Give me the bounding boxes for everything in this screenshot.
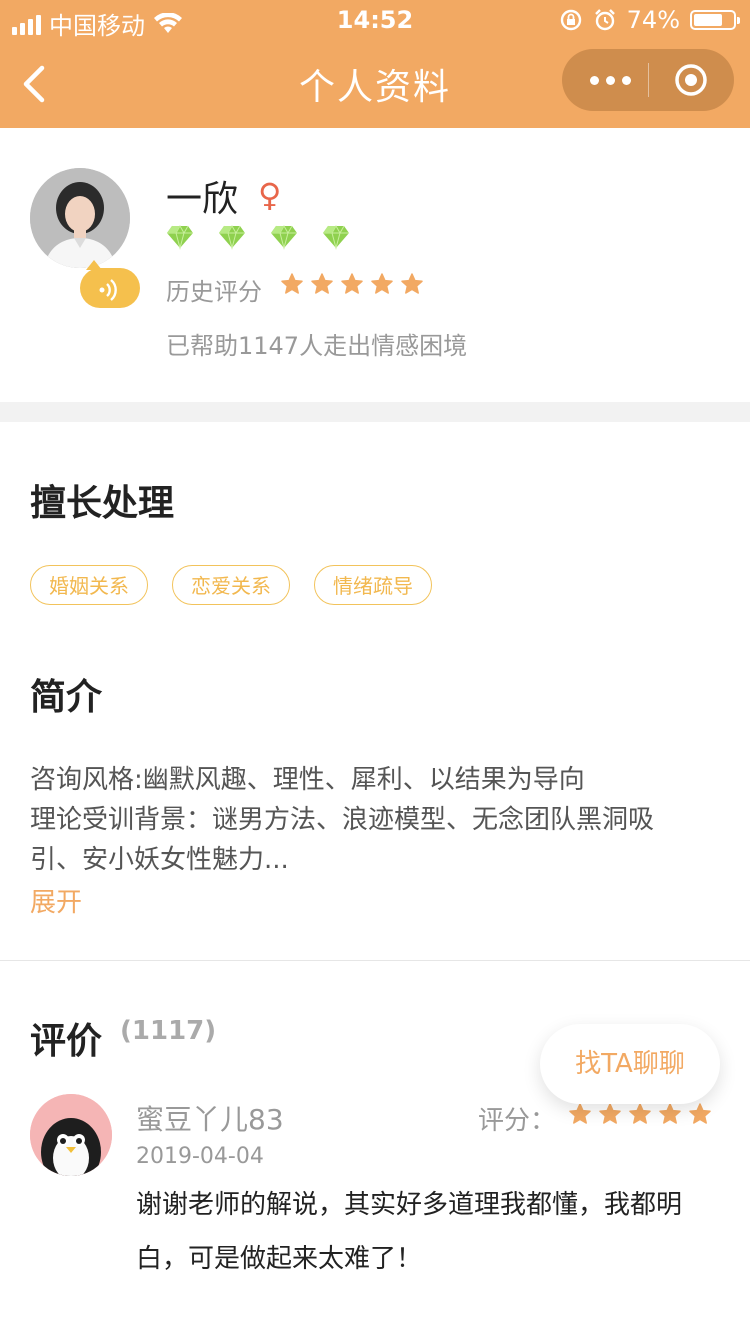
tag-romance[interactable]: 恋爱关系 [172, 565, 290, 605]
avatar-portrait-icon [30, 168, 130, 268]
intro-text: 咨询风格:幽默风趣、理性、犀利、以结果为导向 理论受训背景：谜男方法、浪迹模型、… [30, 760, 720, 880]
star-icon [569, 1103, 591, 1124]
diamond-icon [271, 224, 297, 250]
diamond-icon [219, 224, 245, 250]
intro-line: 理论受训背景：谜男方法、浪迹模型、无念团队黑洞吸 [30, 805, 655, 835]
review-date: 2019-04-04 [136, 1144, 264, 1169]
helped-count-text: 已帮助1147人走出情感困境 [166, 332, 468, 360]
rotation-lock-icon [560, 9, 581, 31]
star-icon [689, 1103, 711, 1124]
review-stars [568, 1102, 712, 1126]
expand-link[interactable]: 展开 [30, 882, 82, 919]
expertise-tags: 婚姻关系 恋爱关系 情绪疏导 [30, 565, 432, 605]
star-icon [281, 273, 303, 294]
review-text: 谢谢老师的解说，其实好多道理我都懂，我都明白，可是做起来太难了！ [136, 1190, 683, 1274]
capsule-divider [648, 63, 649, 97]
more-menu-icon[interactable] [590, 76, 631, 85]
status-right: 74% [559, 6, 740, 34]
level-diamonds [166, 224, 350, 250]
rating-stars [280, 272, 424, 296]
star-icon [341, 273, 363, 294]
counselor-avatar[interactable] [30, 168, 130, 268]
reviewer-name: 蜜豆丫儿83 [136, 1103, 284, 1136]
intro-line: 咨询风格:幽默风趣、理性、犀利、以结果为导向 [30, 765, 585, 795]
expertise-title: 擅长处理 [30, 483, 175, 524]
miniprogram-capsule [562, 49, 734, 111]
reviews-title: 评价 [30, 1021, 103, 1062]
close-miniprogram-icon[interactable] [674, 63, 708, 97]
review-score-label: 评分： [478, 1106, 557, 1136]
reviews-count: (1117) [120, 1016, 217, 1046]
star-icon [599, 1103, 621, 1124]
nav-bar: 个人资料 [0, 40, 750, 128]
sound-wave-icon [99, 279, 117, 301]
diamond-icon [167, 224, 193, 250]
diamond-icon [323, 224, 349, 250]
section-divider [0, 402, 750, 422]
star-icon [371, 273, 393, 294]
penguin-avatar-icon [30, 1094, 112, 1176]
voice-intro-button[interactable] [80, 260, 140, 308]
rating-label: 历史评分 [166, 278, 262, 306]
section-divider [0, 960, 750, 961]
reviewer-avatar [30, 1094, 112, 1176]
star-icon [401, 273, 423, 294]
battery-icon [690, 10, 740, 30]
tag-marriage[interactable]: 婚姻关系 [30, 565, 148, 605]
counselor-name: 一欣 [166, 179, 239, 220]
battery-fill [694, 14, 723, 26]
star-icon [659, 1103, 681, 1124]
chat-with-counselor-button[interactable]: 找TA聊聊 [540, 1024, 720, 1104]
intro-title: 简介 [30, 677, 103, 718]
tag-emotion[interactable]: 情绪疏导 [314, 565, 432, 605]
star-icon [629, 1103, 651, 1124]
star-icon [311, 273, 333, 294]
intro-line: 引、安小妖女性魅力... [30, 845, 289, 875]
status-bar: 中国移动 14:52 74% [0, 0, 750, 40]
profile-card: 一欣 ♀ 历史评分 已帮助1147人走出情感困境 [0, 128, 750, 402]
alarm-icon [594, 9, 615, 31]
female-gender-icon: ♀ [258, 176, 282, 214]
battery-percent: 74% [626, 6, 680, 34]
